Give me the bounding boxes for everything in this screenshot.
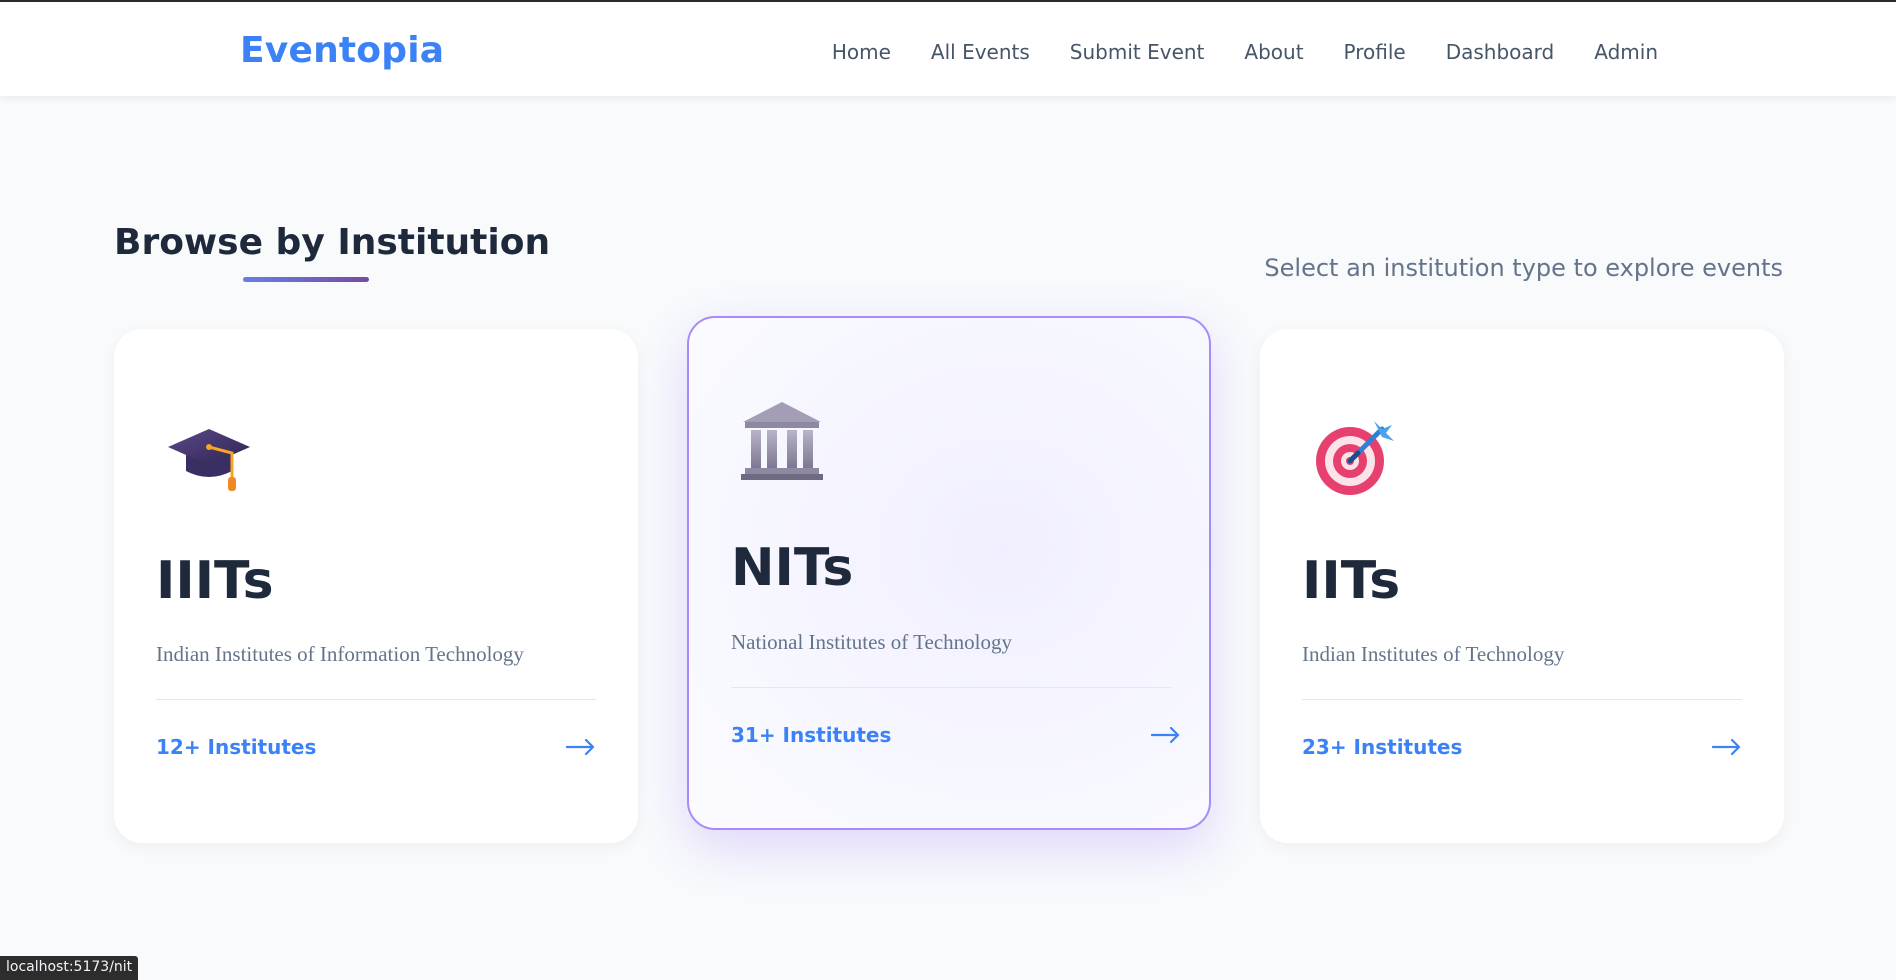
nav-links: Home All Events Submit Event About Profi… xyxy=(792,40,1658,64)
nav-home[interactable]: Home xyxy=(832,40,891,64)
card-name: NITs xyxy=(731,538,854,598)
card-description: Indian Institutes of Technology xyxy=(1302,642,1565,666)
nav-all-events[interactable]: All Events xyxy=(931,40,1030,64)
card-divider xyxy=(1302,699,1742,700)
title-underline xyxy=(243,277,369,282)
card-name: IIITs xyxy=(156,551,274,611)
graduation-cap-icon xyxy=(168,429,250,491)
card-description: National Institutes of Technology xyxy=(731,630,1013,654)
card-count: 31+ Institutes xyxy=(731,723,892,747)
card-count: 12+ Institutes xyxy=(156,735,317,759)
nav-admin[interactable]: Admin xyxy=(1594,40,1658,64)
arrow-right-icon[interactable] xyxy=(1151,725,1181,745)
card-name: IITs xyxy=(1302,551,1401,611)
nav-about[interactable]: About xyxy=(1244,40,1303,64)
brand-logo[interactable]: Eventopia xyxy=(240,30,444,71)
card-count: 23+ Institutes xyxy=(1302,735,1463,759)
arrow-right-icon[interactable] xyxy=(1712,737,1742,757)
institution-card-nits[interactable]: NITs National Institutes of Technology 3… xyxy=(687,316,1211,830)
card-description: Indian Institutes of Information Technol… xyxy=(156,642,524,666)
card-divider xyxy=(731,687,1171,688)
target-dart-icon xyxy=(1316,421,1394,495)
classical-building-icon xyxy=(741,402,823,480)
institution-card-iiits[interactable]: IIITs Indian Institutes of Information T… xyxy=(114,329,638,843)
browser-status-url: localhost:5173/nit xyxy=(0,956,139,980)
institution-card-iits[interactable]: IITs Indian Institutes of Technology 23+… xyxy=(1260,329,1784,843)
section-title: Browse by Institution xyxy=(114,222,551,263)
navbar: Eventopia Home All Events Submit Event A… xyxy=(0,2,1896,96)
section-subtitle: Select an institution type to explore ev… xyxy=(1264,254,1783,282)
card-divider xyxy=(156,699,596,700)
nav-dashboard[interactable]: Dashboard xyxy=(1446,40,1555,64)
nav-submit-event[interactable]: Submit Event xyxy=(1070,40,1205,64)
arrow-right-icon[interactable] xyxy=(566,737,596,757)
nav-profile[interactable]: Profile xyxy=(1344,40,1406,64)
